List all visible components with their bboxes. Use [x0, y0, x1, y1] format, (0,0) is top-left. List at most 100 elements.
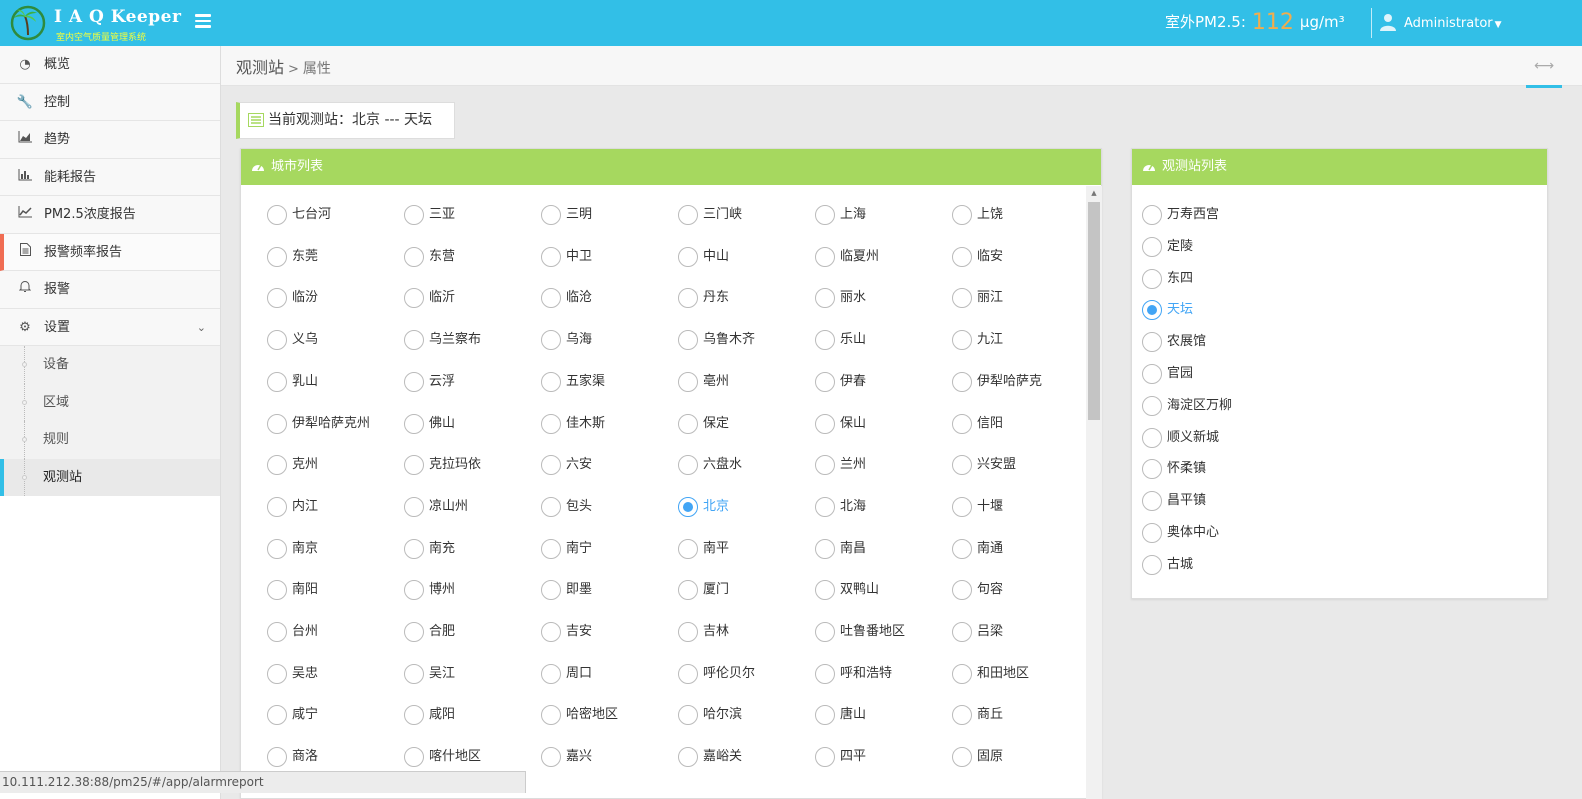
radio-button[interactable]	[678, 622, 698, 642]
radio-button[interactable]	[815, 288, 835, 309]
radio-button[interactable]	[541, 663, 561, 684]
radio-button[interactable]	[1142, 268, 1162, 289]
radio-button[interactable]	[678, 705, 698, 726]
radio-button[interactable]	[267, 205, 287, 225]
radio-button[interactable]	[678, 663, 698, 684]
radio-button[interactable]	[267, 455, 287, 476]
radio-button[interactable]	[404, 538, 424, 559]
radio-button[interactable]	[678, 496, 698, 517]
radio-button[interactable]	[952, 496, 972, 517]
nav-item-pm25-report[interactable]: PM2.5浓度报告	[0, 196, 220, 234]
radio-button[interactable]	[404, 205, 424, 225]
radio-button[interactable]	[404, 288, 424, 309]
scroll-up-arrow-icon[interactable]: ▲	[1086, 186, 1102, 200]
radio-button[interactable]	[1142, 523, 1162, 543]
radio-button[interactable]	[267, 663, 287, 684]
radio-button[interactable]	[541, 288, 561, 309]
radio-button[interactable]	[815, 705, 835, 726]
radio-button[interactable]	[952, 622, 972, 642]
radio-button[interactable]	[541, 246, 561, 267]
sub-item-device[interactable]: 设备	[0, 346, 220, 384]
radio-button[interactable]	[952, 371, 972, 392]
radio-button[interactable]	[541, 705, 561, 726]
radio-button[interactable]	[1142, 364, 1162, 384]
radio-button[interactable]	[815, 205, 835, 225]
radio-button[interactable]	[678, 246, 698, 267]
radio-button[interactable]	[678, 371, 698, 392]
radio-button[interactable]	[1142, 205, 1162, 225]
radio-button[interactable]	[1142, 427, 1162, 448]
radio-button[interactable]	[678, 205, 698, 225]
nav-item-overview[interactable]: ◔ 概览	[0, 46, 220, 84]
radio-button[interactable]	[1142, 554, 1162, 575]
nav-item-alarm[interactable]: 报警	[0, 271, 220, 309]
radio-button[interactable]	[541, 580, 561, 601]
radio-button[interactable]	[1142, 236, 1162, 257]
radio-button[interactable]	[541, 747, 561, 768]
radio-button[interactable]	[815, 413, 835, 434]
radio-button[interactable]	[815, 330, 835, 351]
radio-button[interactable]	[267, 538, 287, 559]
radio-button[interactable]	[541, 455, 561, 476]
nav-item-trend[interactable]: 趋势	[0, 121, 220, 159]
radio-button[interactable]	[815, 371, 835, 392]
radio-button[interactable]	[952, 455, 972, 476]
radio-button[interactable]	[404, 455, 424, 476]
radio-button[interactable]	[952, 580, 972, 601]
radio-button[interactable]	[267, 580, 287, 601]
radio-button[interactable]	[404, 622, 424, 642]
nav-item-alarm-frequency-report[interactable]: 报警频率报告	[0, 233, 220, 271]
radio-button[interactable]	[815, 580, 835, 601]
sub-item-rules[interactable]: 规则	[0, 421, 220, 459]
radio-button[interactable]	[1142, 395, 1162, 416]
radio-button[interactable]	[1142, 300, 1162, 321]
radio-button[interactable]	[404, 705, 424, 726]
radio-button[interactable]	[404, 371, 424, 392]
radio-button[interactable]	[267, 371, 287, 392]
radio-button[interactable]	[815, 538, 835, 559]
radio-button[interactable]	[678, 330, 698, 351]
radio-button[interactable]	[267, 496, 287, 517]
radio-button[interactable]	[678, 580, 698, 601]
radio-button[interactable]	[815, 496, 835, 517]
breadcrumb-parent[interactable]: 观测站	[236, 58, 284, 77]
menu-toggle-hamburger-icon[interactable]	[195, 14, 211, 28]
nav-item-settings[interactable]: ⚙ 设置 ⌄	[0, 308, 220, 346]
radio-button[interactable]	[678, 538, 698, 559]
radio-button[interactable]	[1142, 459, 1162, 480]
sub-item-station[interactable]: 观测站	[0, 458, 220, 496]
radio-button[interactable]	[952, 747, 972, 768]
radio-button[interactable]	[404, 330, 424, 351]
radio-button[interactable]	[952, 705, 972, 726]
user-menu[interactable]: Administrator ▼	[1380, 13, 1502, 31]
radio-button[interactable]	[678, 413, 698, 434]
radio-button[interactable]	[541, 538, 561, 559]
radio-button[interactable]	[267, 413, 287, 434]
expand-arrows-icon[interactable]: ⟷	[1526, 46, 1562, 88]
radio-button[interactable]	[815, 246, 835, 267]
radio-button[interactable]	[267, 705, 287, 726]
radio-button[interactable]	[267, 330, 287, 351]
radio-button[interactable]	[952, 663, 972, 684]
radio-button[interactable]	[952, 205, 972, 225]
radio-button[interactable]	[815, 622, 835, 642]
radio-button[interactable]	[267, 288, 287, 309]
radio-button[interactable]	[815, 663, 835, 684]
radio-button[interactable]	[678, 288, 698, 309]
radio-button[interactable]	[404, 580, 424, 601]
nav-item-control[interactable]: 🔧 控制	[0, 83, 220, 121]
app-logo[interactable]: I A Q Keeper 室内空气质量管理系统	[8, 3, 208, 43]
radio-button[interactable]	[541, 330, 561, 351]
radio-button[interactable]	[678, 455, 698, 476]
scroll-thumb[interactable]	[1088, 202, 1100, 420]
radio-button[interactable]	[267, 246, 287, 267]
radio-button[interactable]	[267, 747, 287, 768]
radio-button[interactable]	[404, 246, 424, 267]
radio-button[interactable]	[815, 455, 835, 476]
radio-button[interactable]	[541, 371, 561, 392]
radio-button[interactable]	[541, 496, 561, 517]
radio-button[interactable]	[815, 747, 835, 768]
radio-button[interactable]	[952, 538, 972, 559]
radio-button[interactable]	[541, 622, 561, 642]
radio-button[interactable]	[952, 330, 972, 351]
